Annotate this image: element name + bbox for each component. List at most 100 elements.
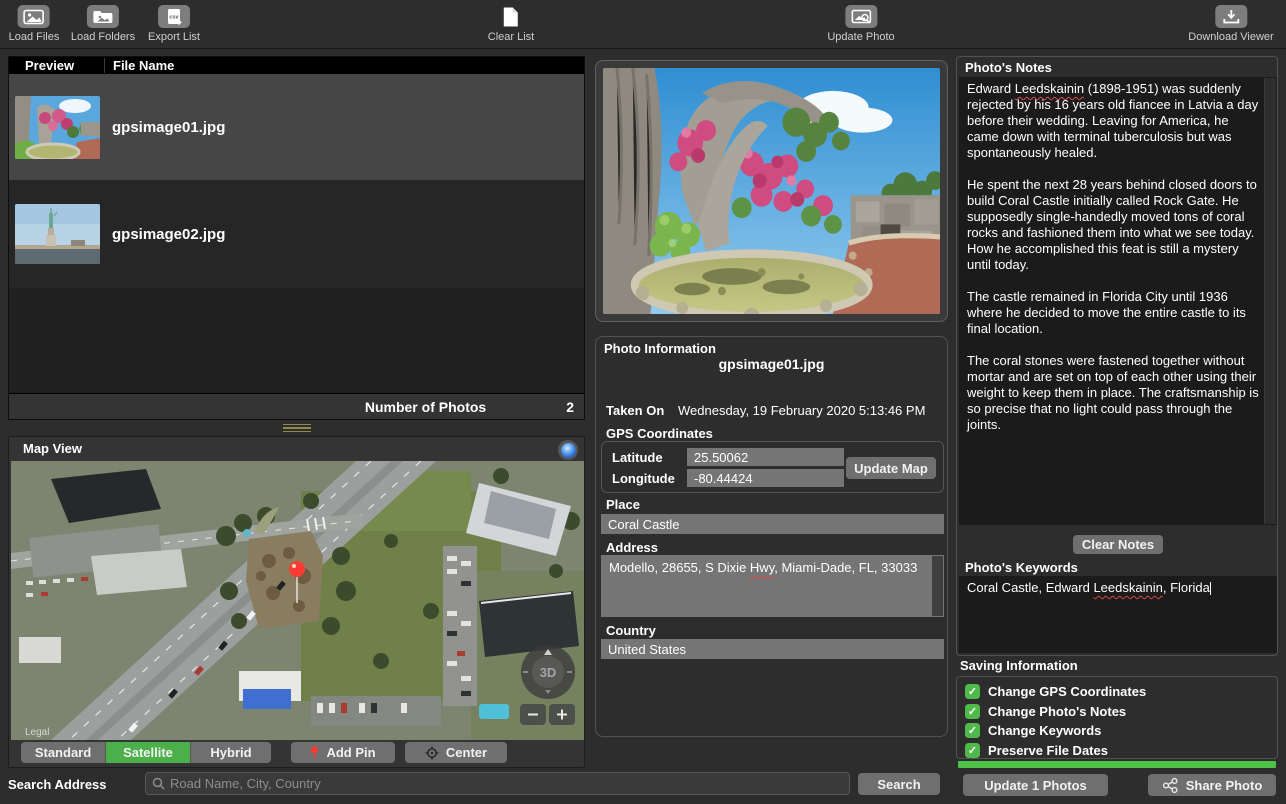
map-mode-satellite[interactable]: Satellite bbox=[106, 742, 191, 763]
photo-keywords-textarea[interactable]: Coral Castle, Edward Leedskainin, Florid… bbox=[959, 576, 1277, 653]
map-mode-standard[interactable]: Standard bbox=[21, 742, 106, 763]
photo-information-title: Photo Information bbox=[604, 341, 716, 356]
latitude-input[interactable]: 25.50062 bbox=[687, 448, 844, 466]
thumbnail-statue-of-liberty bbox=[15, 204, 100, 264]
checkbox-checked-icon: ✓ bbox=[965, 684, 980, 700]
address-misspelled-word: Hwy bbox=[749, 560, 775, 575]
update-photo-icon bbox=[845, 5, 877, 28]
center-label: Center bbox=[445, 745, 488, 760]
photo-preview-panel bbox=[595, 60, 948, 322]
keywords-text: Coral Castle, Edward bbox=[967, 580, 1094, 595]
checkbox-label: Change GPS Coordinates bbox=[988, 684, 1147, 700]
taken-on-value: Wednesday, 19 February 2020 5:13:46 PM bbox=[678, 403, 926, 418]
svg-text:3D: 3D bbox=[540, 665, 557, 680]
notes-scrollbar[interactable] bbox=[1264, 78, 1276, 524]
map-legal-link: Legal bbox=[25, 727, 49, 738]
text-cursor bbox=[1209, 582, 1212, 595]
splitter-handle-icon bbox=[282, 423, 311, 433]
country-label: Country bbox=[606, 623, 656, 638]
photo-information-file-name: gpsimage01.jpg bbox=[718, 356, 825, 372]
update-map-button[interactable]: Update Map bbox=[846, 457, 936, 479]
map-tracking-button[interactable] bbox=[558, 440, 578, 460]
file-row[interactable]: gpsimage02.jpg bbox=[9, 180, 584, 288]
checkbox-row[interactable]: ✓ Change Photo's Notes bbox=[965, 702, 1277, 722]
notes-text: Edward bbox=[967, 81, 1015, 96]
saving-information-title: Saving Information bbox=[960, 658, 1078, 673]
column-header-preview[interactable]: Preview bbox=[9, 58, 104, 73]
load-folders-button[interactable]: Load Folders bbox=[71, 5, 135, 43]
photo-information-panel: Photo Information gpsimage01.jpg Taken O… bbox=[595, 336, 948, 737]
svg-text:csv: csv bbox=[169, 14, 179, 20]
address-scrollbar[interactable] bbox=[932, 556, 943, 616]
checkbox-row[interactable]: ✓ Change GPS Coordinates bbox=[965, 682, 1277, 702]
file-name: gpsimage02.jpg bbox=[112, 225, 226, 243]
keywords-text: , Florida bbox=[1162, 580, 1210, 595]
gps-coordinates-label: GPS Coordinates bbox=[606, 426, 713, 441]
notes-text: (1898-1951) was suddenly rejected by his… bbox=[967, 81, 1259, 432]
checkbox-checked-icon: ✓ bbox=[965, 742, 980, 758]
latitude-label: Latitude bbox=[612, 450, 663, 465]
address-text: Modello, 28655, S Dixie bbox=[609, 560, 750, 575]
load-folders-label: Load Folders bbox=[70, 31, 136, 43]
checkbox-label: Change Photo's Notes bbox=[988, 703, 1127, 719]
photo-notes-textarea[interactable]: Edward Leedskainin (1898-1951) was sudde… bbox=[959, 77, 1277, 525]
number-of-photos-count: 2 bbox=[566, 398, 574, 415]
share-photo-label: Share Photo bbox=[1185, 777, 1263, 793]
place-label: Place bbox=[606, 497, 640, 512]
column-header-file-name[interactable]: File Name bbox=[104, 58, 584, 73]
country-input[interactable]: United States bbox=[601, 639, 944, 659]
download-viewer-icon bbox=[1215, 5, 1247, 28]
clear-list-button[interactable]: Clear List bbox=[488, 5, 534, 43]
download-viewer-button[interactable]: Download Viewer bbox=[1188, 5, 1274, 43]
add-pin-button[interactable]: Add Pin bbox=[291, 742, 395, 763]
search-button[interactable]: Search bbox=[858, 773, 940, 795]
map-3d-control: 3D bbox=[521, 645, 575, 699]
file-list-panel: Preview File Name gpsimage01.jpg gpsimag… bbox=[8, 56, 585, 420]
longitude-label: Longitude bbox=[612, 471, 675, 486]
address-textarea[interactable]: Modello, 28655, S Dixie Hwy, Miami-Dade,… bbox=[601, 555, 944, 617]
search-address-label: Search Address bbox=[8, 777, 107, 792]
map-zoom-in-button bbox=[549, 704, 575, 725]
clear-list-icon bbox=[495, 5, 527, 28]
pin-icon bbox=[311, 746, 319, 759]
photo-preview-image[interactable] bbox=[603, 68, 940, 314]
globe-icon bbox=[560, 442, 576, 458]
update-photo-button[interactable]: Update Photo bbox=[827, 5, 895, 43]
file-list-footer: Number of Photos 2 bbox=[9, 393, 584, 419]
search-address-input[interactable]: Road Name, City, Country bbox=[145, 772, 850, 795]
number-of-photos-label: Number of Photos bbox=[364, 398, 487, 415]
update-photos-button[interactable]: Update 1 Photos bbox=[963, 774, 1108, 796]
clear-list-label: Clear List bbox=[487, 31, 535, 43]
saving-options-box: ✓ Change GPS Coordinates ✓ Change Photo'… bbox=[956, 676, 1278, 759]
place-input[interactable]: Coral Castle bbox=[601, 514, 944, 534]
map-controls: Standard Satellite Hybrid Add Pin Center bbox=[9, 738, 584, 767]
export-list-label: Export List bbox=[148, 31, 200, 43]
update-photo-label: Update Photo bbox=[827, 31, 895, 43]
map-mode-hybrid[interactable]: Hybrid bbox=[191, 742, 271, 763]
share-photo-button[interactable]: Share Photo bbox=[1148, 774, 1276, 796]
checkbox-label: Change Keywords bbox=[988, 723, 1102, 739]
file-name: gpsimage01.jpg bbox=[112, 118, 226, 136]
export-list-button[interactable]: csv Export List bbox=[148, 5, 200, 43]
checkbox-row[interactable]: ✓ Preserve File Dates bbox=[965, 741, 1277, 761]
longitude-input[interactable]: -80.44424 bbox=[687, 469, 844, 487]
load-files-button[interactable]: Load Files bbox=[9, 5, 59, 43]
checkbox-row[interactable]: ✓ Change Keywords bbox=[965, 721, 1277, 741]
clear-notes-button[interactable]: Clear Notes bbox=[1073, 535, 1163, 554]
checkbox-checked-icon: ✓ bbox=[965, 723, 980, 739]
add-pin-label: Add Pin bbox=[326, 745, 376, 760]
address-label: Address bbox=[606, 540, 659, 555]
map-satellite-image[interactable]: 3D Legal bbox=[11, 461, 584, 740]
export-list-icon: csv bbox=[158, 5, 190, 28]
file-list-header: Preview File Name bbox=[9, 57, 584, 74]
share-icon bbox=[1162, 777, 1178, 793]
notes-misspelled-word: Leedskainin bbox=[1014, 81, 1085, 96]
file-row-selected[interactable]: gpsimage01.jpg bbox=[9, 74, 584, 180]
taken-on-label: Taken On bbox=[606, 403, 665, 418]
photo-keywords-title: Photo's Keywords bbox=[965, 560, 1078, 575]
load-folders-icon bbox=[87, 5, 119, 28]
center-button[interactable]: Center bbox=[405, 742, 507, 763]
panel-splitter[interactable] bbox=[8, 420, 585, 436]
search-placeholder: Road Name, City, Country bbox=[170, 776, 321, 791]
map-mode-segmented-control: Standard Satellite Hybrid bbox=[21, 742, 271, 763]
